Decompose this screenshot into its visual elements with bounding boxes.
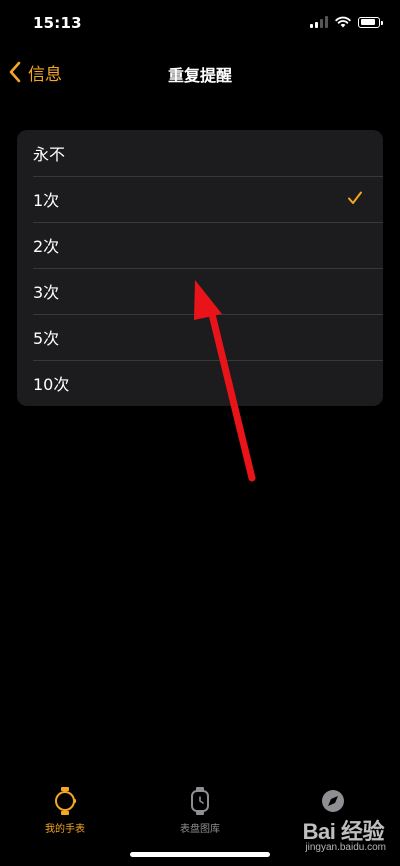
option-10-times[interactable]: 10次 <box>17 360 383 406</box>
option-1-time[interactable]: 1次 <box>17 176 383 222</box>
option-label: 10次 <box>33 375 70 394</box>
option-never[interactable]: 永不 <box>17 130 383 176</box>
tab-my-watch[interactable]: 我的手表 <box>10 786 120 835</box>
battery-icon <box>358 16 383 28</box>
option-label: 5次 <box>33 329 60 348</box>
tab-face-gallery[interactable]: 表盘图库 <box>145 786 255 835</box>
watch-face-icon <box>191 787 209 815</box>
option-3-times[interactable]: 3次 <box>17 268 383 314</box>
nav-bar: 信息 重复提醒 <box>0 50 400 94</box>
watch-icon <box>55 787 76 815</box>
cellular-signal-icon <box>310 16 328 28</box>
repeat-options-list: 永不 1次 2次 3次 5次 10次 <box>17 130 383 406</box>
status-bar: 15:13 <box>0 0 400 50</box>
compass-icon <box>322 790 344 812</box>
option-label: 1次 <box>33 191 60 210</box>
wifi-icon <box>335 16 351 28</box>
option-5-times[interactable]: 5次 <box>17 314 383 360</box>
status-icons <box>310 16 383 28</box>
tab-discover[interactable] <box>278 786 388 820</box>
option-label: 永不 <box>33 145 66 164</box>
tab-label: 表盘图库 <box>180 824 220 835</box>
option-label: 3次 <box>33 283 60 302</box>
page-title: 重复提醒 <box>167 66 232 85</box>
option-label: 2次 <box>33 237 60 256</box>
home-indicator <box>130 852 270 857</box>
status-time: 15:13 <box>33 14 82 32</box>
tab-label: 我的手表 <box>45 824 85 835</box>
checkmark-icon <box>348 191 362 204</box>
option-2-times[interactable]: 2次 <box>17 222 383 268</box>
